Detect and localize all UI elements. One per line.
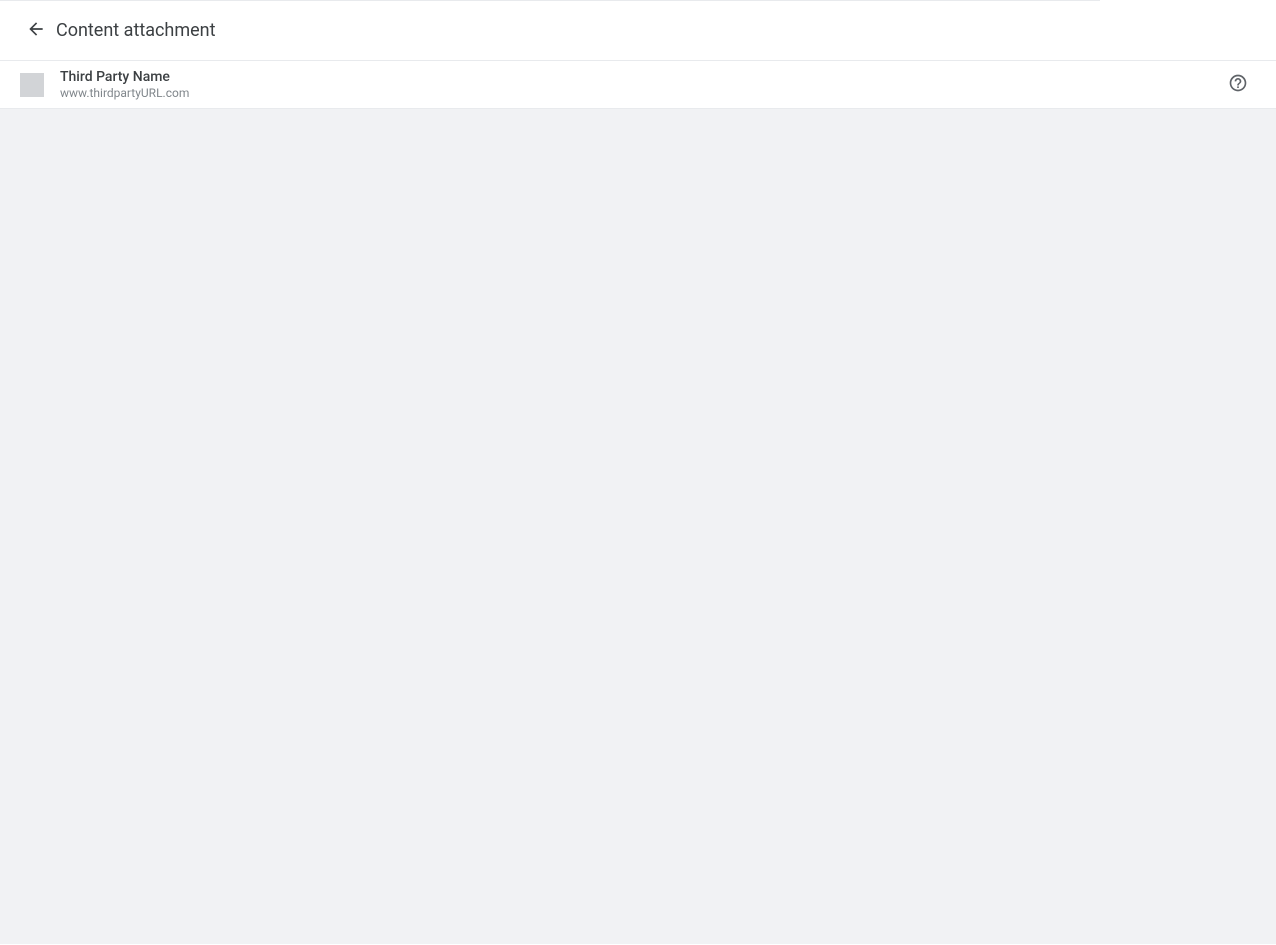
content-area [0, 109, 1276, 944]
help-icon [1228, 73, 1248, 96]
third-party-url: www.thirdpartyURL.com [60, 86, 189, 100]
arrow-back-icon [26, 19, 46, 42]
page-title: Content attachment [56, 20, 216, 41]
header-bar: Content attachment [0, 1, 1276, 61]
third-party-name: Third Party Name [60, 69, 189, 86]
help-button[interactable] [1220, 67, 1256, 103]
subheader-text: Third Party Name www.thirdpartyURL.com [60, 69, 189, 100]
subheader-bar: Third Party Name www.thirdpartyURL.com [0, 61, 1276, 109]
back-button[interactable] [16, 11, 56, 51]
third-party-logo-placeholder [20, 73, 44, 97]
